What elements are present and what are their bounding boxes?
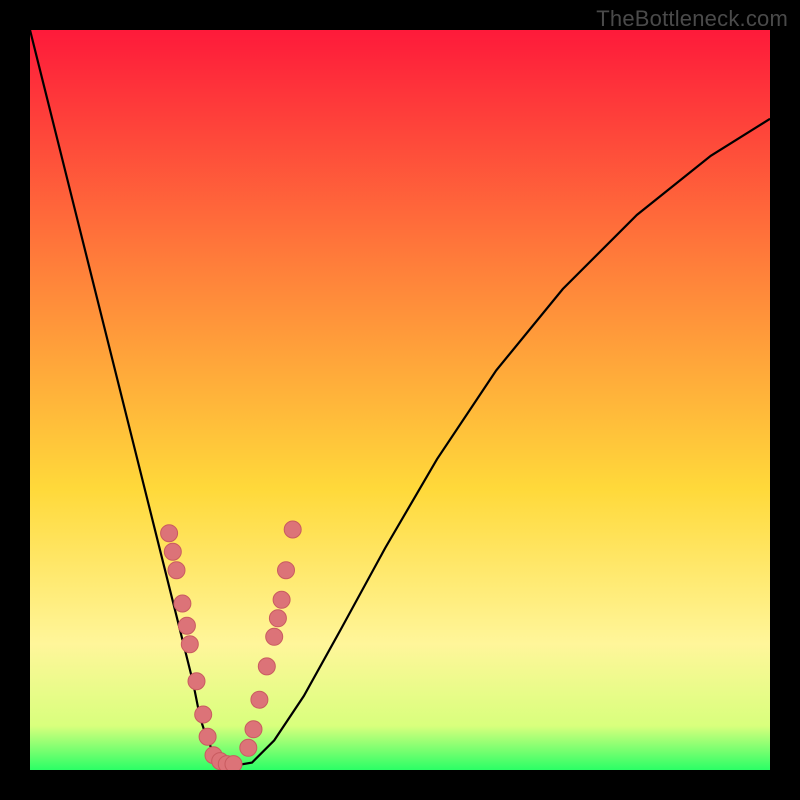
data-marker (181, 636, 198, 653)
data-marker (199, 728, 216, 745)
data-marker (245, 721, 262, 738)
data-marker (266, 628, 283, 645)
data-marker (168, 562, 185, 579)
data-marker (164, 543, 181, 560)
data-marker (251, 691, 268, 708)
data-marker (258, 658, 275, 675)
data-marker (178, 617, 195, 634)
data-marker (188, 673, 205, 690)
data-marker (225, 756, 242, 770)
data-marker (273, 591, 290, 608)
gradient-background (30, 30, 770, 770)
data-marker (195, 706, 212, 723)
data-marker (269, 610, 286, 627)
plot-area (30, 30, 770, 770)
data-marker (174, 595, 191, 612)
chart-frame: TheBottleneck.com (0, 0, 800, 800)
watermark-text: TheBottleneck.com (596, 6, 788, 32)
data-marker (284, 521, 301, 538)
data-marker (161, 525, 178, 542)
data-marker (240, 739, 257, 756)
bottleneck-chart (30, 30, 770, 770)
data-marker (278, 562, 295, 579)
